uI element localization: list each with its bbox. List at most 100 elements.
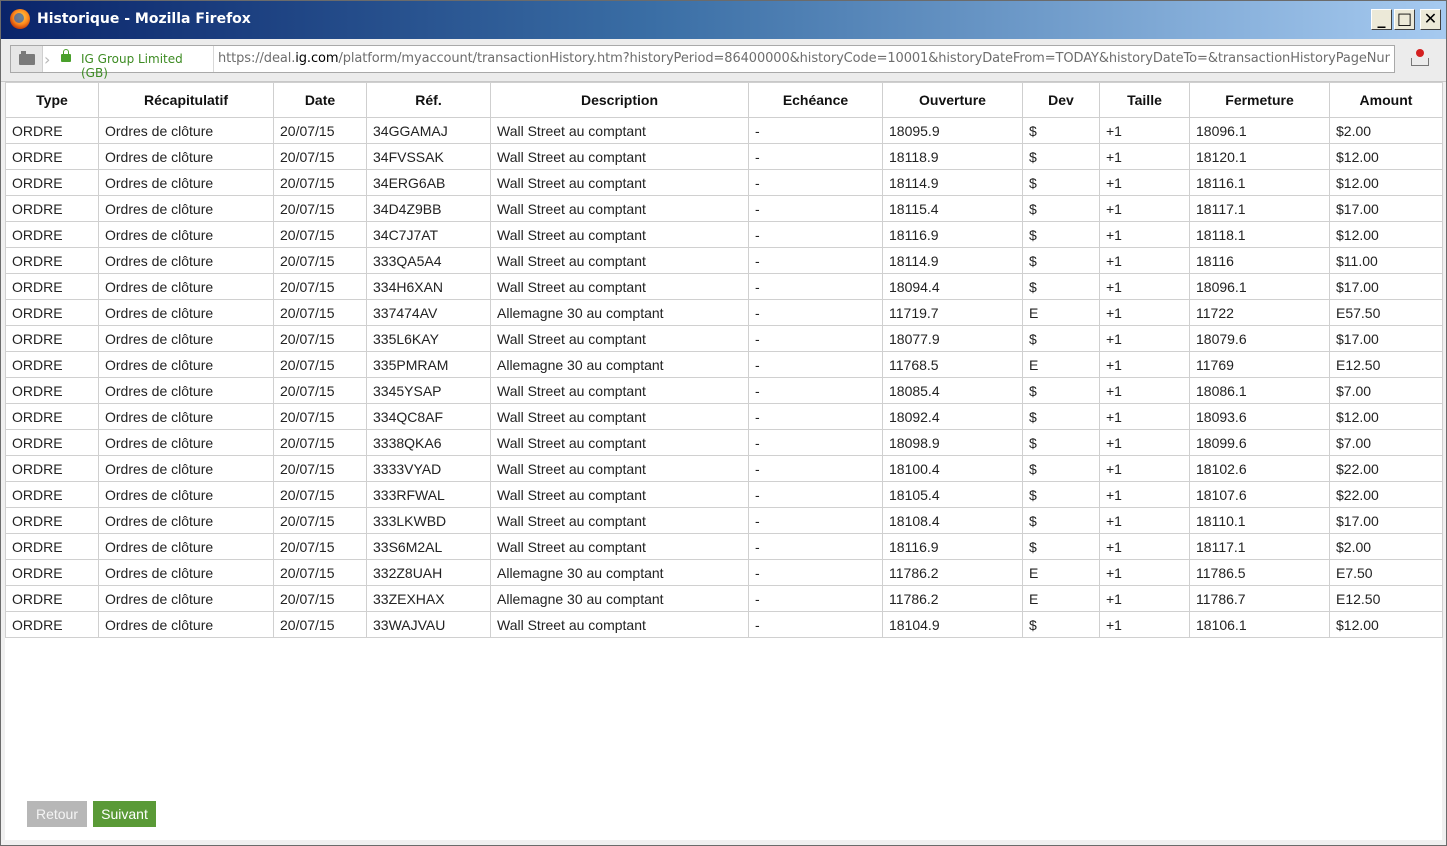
- cell-type: ORDRE: [5, 195, 99, 222]
- cell-amount: $22.00: [1329, 481, 1443, 508]
- cell-date: 20/07/15: [273, 273, 367, 300]
- cell-ref: 3345YSAP: [366, 377, 491, 404]
- minimize-button[interactable]: _: [1371, 9, 1392, 30]
- cell-type: ORDRE: [5, 221, 99, 248]
- cell-date: 20/07/15: [273, 169, 367, 196]
- cell-date: 20/07/15: [273, 325, 367, 352]
- cell-date: 20/07/15: [273, 143, 367, 170]
- cell-amount: $17.00: [1329, 195, 1443, 222]
- cell-echeance: -: [748, 195, 883, 222]
- cell-amount: $17.00: [1329, 507, 1443, 534]
- column-header-recapitulatif[interactable]: Récapitulatif: [98, 82, 274, 118]
- table-row: ORDRE Ordres de clôture 20/07/15 337474AV Al…: [5, 299, 1443, 326]
- cell-dev: $: [1022, 221, 1100, 248]
- cell-recapitulatif: Ordres de clôture: [98, 481, 274, 508]
- column-header-date[interactable]: Date: [273, 82, 367, 118]
- column-header-taille[interactable]: Taille: [1099, 82, 1190, 118]
- cell-recapitulatif: Ordres de clôture: [98, 559, 274, 586]
- cell-fermeture: 18117.1: [1189, 533, 1330, 560]
- close-button[interactable]: ✕: [1420, 9, 1441, 30]
- cell-fermeture: 18120.1: [1189, 143, 1330, 170]
- cell-description: Allemagne 30 au comptant: [490, 351, 749, 378]
- cell-date: 20/07/15: [273, 195, 367, 222]
- cell-type: ORDRE: [5, 299, 99, 326]
- cell-fermeture: 18116.1: [1189, 169, 1330, 196]
- cell-echeance: -: [748, 377, 883, 404]
- cell-ouverture: 18094.4: [882, 273, 1023, 300]
- cell-dev: $: [1022, 455, 1100, 482]
- cell-type: ORDRE: [5, 377, 99, 404]
- cell-type: ORDRE: [5, 403, 99, 430]
- page-icon-button[interactable]: [11, 46, 43, 72]
- cell-type: ORDRE: [5, 273, 99, 300]
- cell-description: Wall Street au comptant: [490, 325, 749, 352]
- url-bar[interactable]: › IG Group Limited (GB) https://deal.ig.…: [10, 45, 1395, 80]
- column-header-ouverture[interactable]: Ouverture: [882, 82, 1023, 118]
- table-row: ORDRE Ordres de clôture 20/07/15 3333VYAD Wa…: [5, 455, 1443, 482]
- cell-ref: 33WAJVAU: [366, 611, 491, 638]
- cell-recapitulatif: Ordres de clôture: [98, 273, 274, 300]
- cell-type: ORDRE: [5, 611, 99, 638]
- cell-date: 20/07/15: [273, 377, 367, 404]
- cell-fermeture: 18102.6: [1189, 455, 1330, 482]
- cell-ref: 335L6KAY: [366, 325, 491, 352]
- cell-echeance: -: [748, 585, 883, 612]
- cell-taille: +1: [1099, 481, 1190, 508]
- cell-ouverture: 11719.7: [882, 299, 1023, 326]
- cell-taille: +1: [1099, 299, 1190, 326]
- suivant-button[interactable]: Suivant: [93, 801, 156, 827]
- cell-ouverture: 18095.9: [882, 117, 1023, 144]
- cell-description: Wall Street au comptant: [490, 429, 749, 456]
- cell-ref: 334H6XAN: [366, 273, 491, 300]
- cell-date: 20/07/15: [273, 117, 367, 144]
- column-header-ref[interactable]: Réf.: [366, 82, 491, 118]
- cell-ouverture: 11768.5: [882, 351, 1023, 378]
- cell-ouverture: 11786.2: [882, 559, 1023, 586]
- cell-description: Wall Street au comptant: [490, 455, 749, 482]
- cell-ouverture: 18098.9: [882, 429, 1023, 456]
- cell-description: Allemagne 30 au comptant: [490, 559, 749, 586]
- cell-amount: $12.00: [1329, 143, 1443, 170]
- column-header-amount[interactable]: Amount: [1329, 82, 1443, 118]
- table-row: ORDRE Ordres de clôture 20/07/15 34FVSSAK Wa…: [5, 143, 1443, 170]
- cell-type: ORDRE: [5, 455, 99, 482]
- column-header-fermeture[interactable]: Fermeture: [1189, 82, 1330, 118]
- cell-ref: 3338QKA6: [366, 429, 491, 456]
- column-header-echeance[interactable]: Echéance: [748, 82, 883, 118]
- column-header-dev[interactable]: Dev: [1022, 82, 1100, 118]
- column-header-type[interactable]: Type: [5, 82, 99, 118]
- cell-date: 20/07/15: [273, 247, 367, 274]
- maximize-button[interactable]: □: [1394, 9, 1415, 30]
- table-body: ORDRE Ordres de clôture 20/07/15 34GGAMAJ Wa…: [5, 117, 1443, 638]
- cell-echeance: -: [748, 273, 883, 300]
- cell-date: 20/07/15: [273, 559, 367, 586]
- cell-recapitulatif: Ordres de clôture: [98, 429, 274, 456]
- table-row: ORDRE Ordres de clôture 20/07/15 3345YSAP Wa…: [5, 377, 1443, 404]
- cell-fermeture: 18093.6: [1189, 403, 1330, 430]
- table-row: ORDRE Ordres de clôture 20/07/15 334QC8AF Wa…: [5, 403, 1443, 430]
- url-text[interactable]: https://deal.ig.com/platform/myaccount/t…: [218, 51, 1390, 66]
- cell-amount: E12.50: [1329, 585, 1443, 612]
- cell-ref: 34D4Z9BB: [366, 195, 491, 222]
- cell-ref: 34C7J7AT: [366, 221, 491, 248]
- cell-taille: +1: [1099, 273, 1190, 300]
- cell-taille: +1: [1099, 533, 1190, 560]
- notification-icon[interactable]: [1409, 47, 1431, 69]
- cell-recapitulatif: Ordres de clôture: [98, 247, 274, 274]
- cell-ref: 332Z8UAH: [366, 559, 491, 586]
- cell-amount: $7.00: [1329, 377, 1443, 404]
- table-row: ORDRE Ordres de clôture 20/07/15 34GGAMAJ Wa…: [5, 117, 1443, 144]
- cell-recapitulatif: Ordres de clôture: [98, 351, 274, 378]
- cell-ouverture: 18077.9: [882, 325, 1023, 352]
- cell-taille: +1: [1099, 325, 1190, 352]
- retour-button[interactable]: Retour: [27, 801, 87, 827]
- cell-dev: $: [1022, 325, 1100, 352]
- column-header-description[interactable]: Description: [490, 82, 749, 118]
- cell-dev: $: [1022, 481, 1100, 508]
- site-identity-button[interactable]: IG Group Limited (GB): [57, 46, 214, 80]
- cell-type: ORDRE: [5, 247, 99, 274]
- cell-taille: +1: [1099, 169, 1190, 196]
- cell-description: Allemagne 30 au comptant: [490, 299, 749, 326]
- cell-amount: $12.00: [1329, 221, 1443, 248]
- cell-date: 20/07/15: [273, 611, 367, 638]
